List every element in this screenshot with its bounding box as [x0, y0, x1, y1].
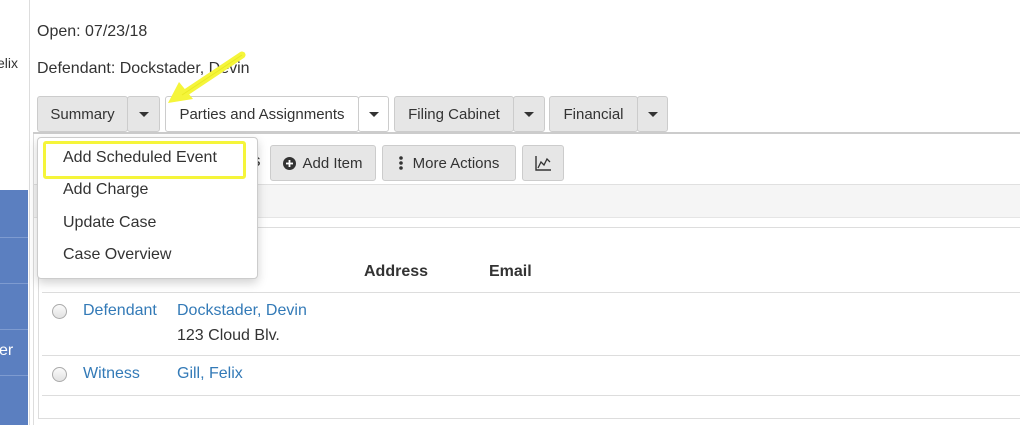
- annotation-arrow-icon: [168, 51, 246, 103]
- party-type-link[interactable]: Defendant: [83, 302, 157, 320]
- tab-summary[interactable]: Summary: [37, 96, 128, 132]
- table-row-divider: [42, 395, 1020, 396]
- table-header-divider: [42, 292, 1020, 293]
- left-divider: [0, 329, 28, 330]
- case-open-date: Open: 07/23/18: [37, 23, 148, 40]
- menu-item-case-overview[interactable]: Case Overview: [63, 246, 171, 264]
- column-header-email: Email: [489, 263, 532, 280]
- tab-financial[interactable]: Financial: [549, 96, 638, 132]
- caret-down-icon: [138, 111, 149, 117]
- highlight-box: [43, 141, 246, 179]
- more-actions-label: More Actions: [412, 154, 500, 172]
- table-row-divider: [42, 355, 1020, 356]
- add-item-label: Add Item: [302, 154, 363, 172]
- party-type-link[interactable]: Witness: [83, 365, 140, 383]
- add-item-button[interactable]: Add Item: [270, 145, 376, 181]
- left-nav-label[interactable]: er: [0, 342, 13, 360]
- more-vertical-icon: [398, 156, 403, 170]
- tab-filing-cabinet[interactable]: Filing Cabinet: [394, 96, 514, 132]
- caret-down-icon: [647, 111, 658, 117]
- left-panel: elix er: [0, 0, 30, 425]
- party-address: 123 Cloud Blv.: [177, 327, 280, 344]
- party-name-link[interactable]: Dockstader, Devin: [177, 302, 307, 320]
- party-name-link[interactable]: Gill, Felix: [177, 365, 243, 383]
- left-divider: [0, 375, 28, 376]
- left-nav: [0, 190, 28, 425]
- chart-icon: [534, 155, 551, 171]
- menu-item-update-case[interactable]: Update Case: [63, 214, 156, 232]
- tab-filing-cabinet-dropdown-toggle[interactable]: [513, 96, 545, 132]
- row-select-radio[interactable]: [52, 304, 67, 319]
- left-divider: [0, 237, 28, 238]
- caret-down-icon: [368, 111, 379, 117]
- chart-button[interactable]: [522, 145, 564, 181]
- column-header-address: Address: [364, 263, 429, 280]
- tab-parties-dropdown-toggle[interactable]: [358, 96, 389, 132]
- more-actions-button[interactable]: More Actions: [382, 145, 516, 181]
- tab-financial-dropdown-toggle[interactable]: [637, 96, 668, 132]
- row-select-radio[interactable]: [52, 367, 67, 382]
- plus-circle-icon: [283, 156, 297, 170]
- left-partial-name[interactable]: elix: [0, 55, 18, 71]
- left-divider: [0, 283, 28, 284]
- menu-item-add-charge[interactable]: Add Charge: [63, 181, 148, 199]
- caret-down-icon: [524, 111, 534, 117]
- tab-summary-dropdown-toggle[interactable]: [127, 96, 160, 132]
